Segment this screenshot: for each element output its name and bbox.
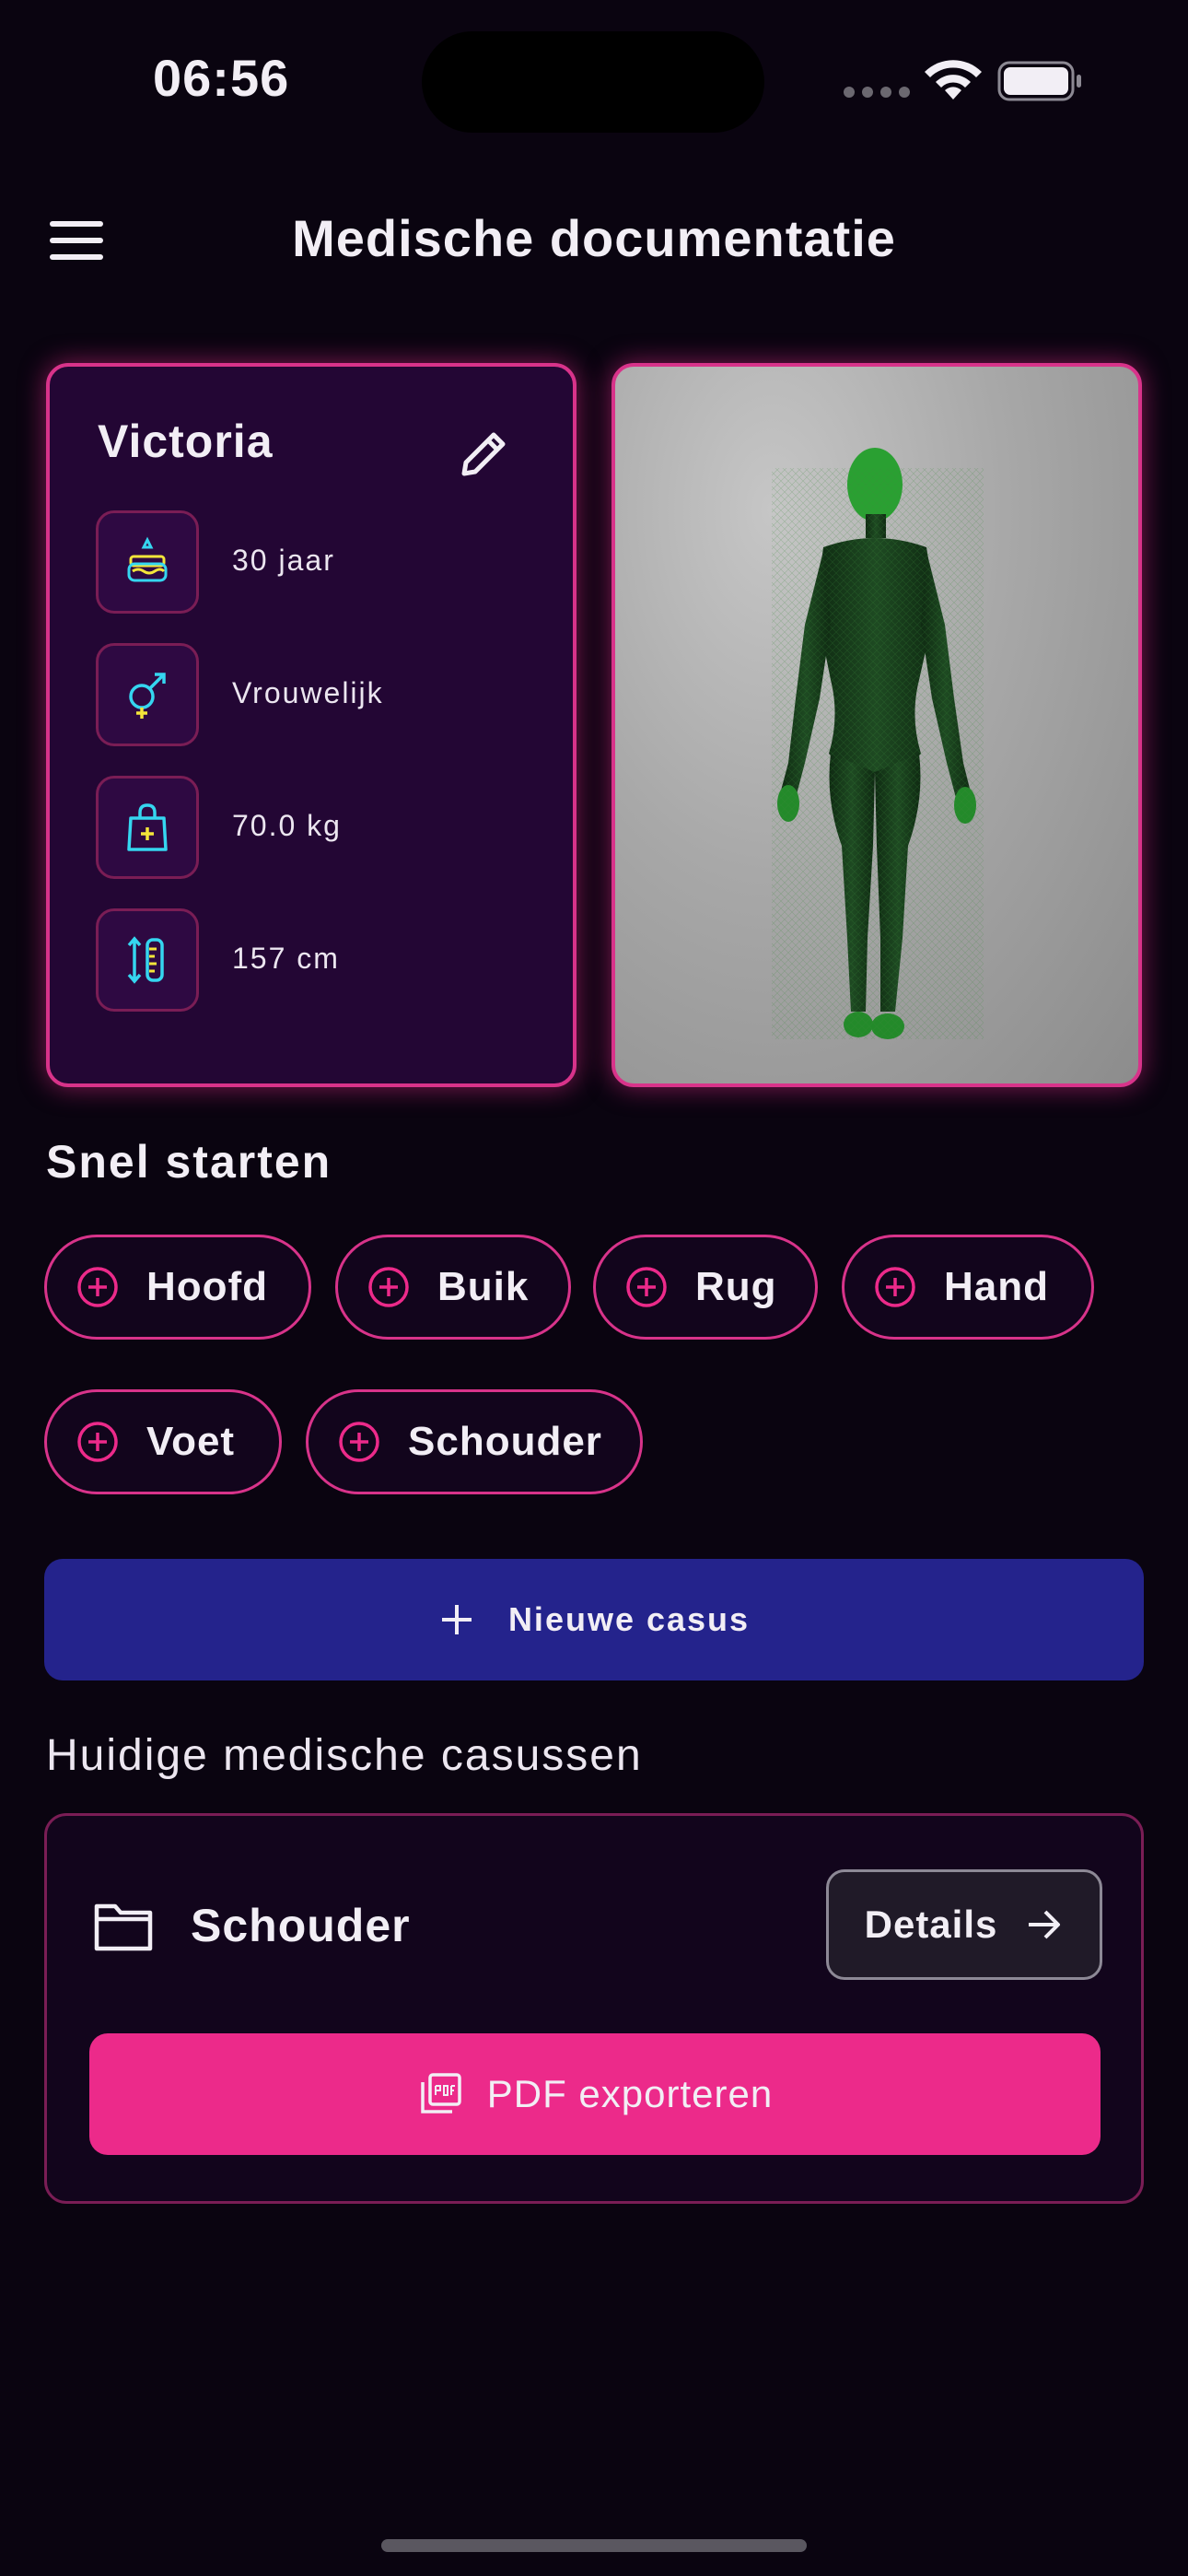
- plus-circle-icon: [368, 1267, 409, 1307]
- patient-name: Victoria: [98, 416, 274, 467]
- body-model-viewer[interactable]: [611, 363, 1142, 1087]
- status-time: 06:56: [153, 49, 290, 107]
- new-case-button[interactable]: Nieuwe casus: [44, 1559, 1144, 1680]
- pencil-icon[interactable]: [455, 424, 514, 483]
- chip-rug[interactable]: Rug: [593, 1235, 818, 1340]
- details-label: Details: [864, 1903, 998, 1946]
- folder-icon: [94, 1903, 153, 1951]
- chip-label: Schouder: [408, 1419, 602, 1464]
- dynamic-island: [422, 31, 764, 133]
- weight-bag-icon: [96, 776, 199, 879]
- chip-label: Rug: [695, 1264, 777, 1309]
- chip-schouder[interactable]: Schouder: [306, 1389, 643, 1494]
- chip-voet[interactable]: Voet: [44, 1389, 282, 1494]
- patient-card: Victoria 30 jaar Vrouwelijk 70.0 kg 157 …: [46, 363, 577, 1087]
- wifi-icon: [925, 60, 982, 100]
- pdf-export-label: PDF exporteren: [486, 2072, 774, 2115]
- arrow-right-icon: [1029, 1910, 1061, 1939]
- gender-icon: [96, 643, 199, 746]
- quick-start-title: Snel starten: [46, 1136, 332, 1188]
- gender-text: Vrouwelijk: [232, 676, 384, 709]
- chip-label: Buik: [437, 1264, 530, 1309]
- plus-circle-icon: [626, 1267, 667, 1307]
- plus-circle-icon: [339, 1422, 379, 1462]
- body-model-figure: [772, 448, 984, 1039]
- current-cases-title: Huidige medische casussen: [46, 1731, 643, 1780]
- plus-circle-icon: [875, 1267, 915, 1307]
- chip-label: Hoofd: [146, 1264, 269, 1309]
- new-case-label: Nieuwe casus: [507, 1600, 751, 1638]
- page-title: Medische documentatie: [292, 209, 896, 267]
- weight-text: 70.0 kg: [232, 809, 342, 842]
- age-text: 30 jaar: [232, 544, 335, 577]
- chip-label: Hand: [944, 1264, 1049, 1309]
- info-row-age: 30 jaar: [96, 510, 538, 614]
- height-text: 157 cm: [232, 942, 340, 975]
- case-card: Schouder Details PDF exporteren: [44, 1813, 1144, 2204]
- info-row-gender: Vrouwelijk: [96, 643, 538, 746]
- chip-hoofd[interactable]: Hoofd: [44, 1235, 311, 1340]
- case-name: Schouder: [191, 1900, 411, 1951]
- info-row-weight: 70.0 kg: [96, 776, 538, 879]
- details-button[interactable]: Details: [826, 1869, 1102, 1980]
- chip-buik[interactable]: Buik: [335, 1235, 571, 1340]
- home-indicator[interactable]: [381, 2539, 807, 2552]
- chip-hand[interactable]: Hand: [842, 1235, 1094, 1340]
- cellular-signal-icon: [844, 87, 910, 98]
- plus-circle-icon: [77, 1422, 118, 1462]
- pdf-file-icon: [421, 2073, 461, 2113]
- plus-circle-icon: [77, 1267, 118, 1307]
- battery-icon: [997, 61, 1081, 101]
- birthday-cake-icon: [96, 510, 199, 614]
- plus-icon: [441, 1605, 472, 1634]
- info-row-height: 157 cm: [96, 908, 538, 1012]
- chip-label: Voet: [146, 1419, 236, 1464]
- pdf-export-button[interactable]: PDF exporteren: [89, 2033, 1101, 2155]
- height-ruler-icon: [96, 908, 199, 1012]
